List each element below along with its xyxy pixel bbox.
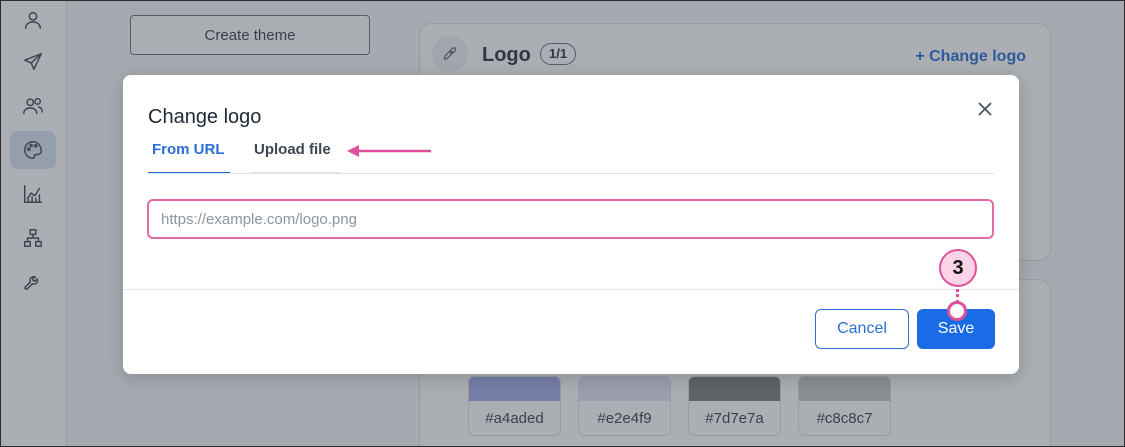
tabs-underline [148, 173, 994, 174]
cancel-button[interactable]: Cancel [815, 309, 909, 349]
tab-upload-file[interactable]: Upload file [250, 141, 340, 174]
app-frame: Create theme Logo 1/1 + Change logo #a4a… [0, 0, 1125, 447]
close-icon [978, 102, 992, 116]
logo-url-input[interactable] [147, 199, 994, 239]
callout-target-ring [947, 301, 967, 321]
close-button[interactable] [975, 99, 995, 119]
change-logo-dialog: Change logo From URL Upload file Cancel … [123, 75, 1019, 374]
annotation-arrow-icon [347, 145, 431, 157]
tab-from-url[interactable]: From URL [148, 141, 230, 174]
step-callout-badge: 3 [939, 249, 977, 287]
dialog-footer-divider [123, 289, 1019, 290]
dialog-title: Change logo [148, 106, 262, 128]
